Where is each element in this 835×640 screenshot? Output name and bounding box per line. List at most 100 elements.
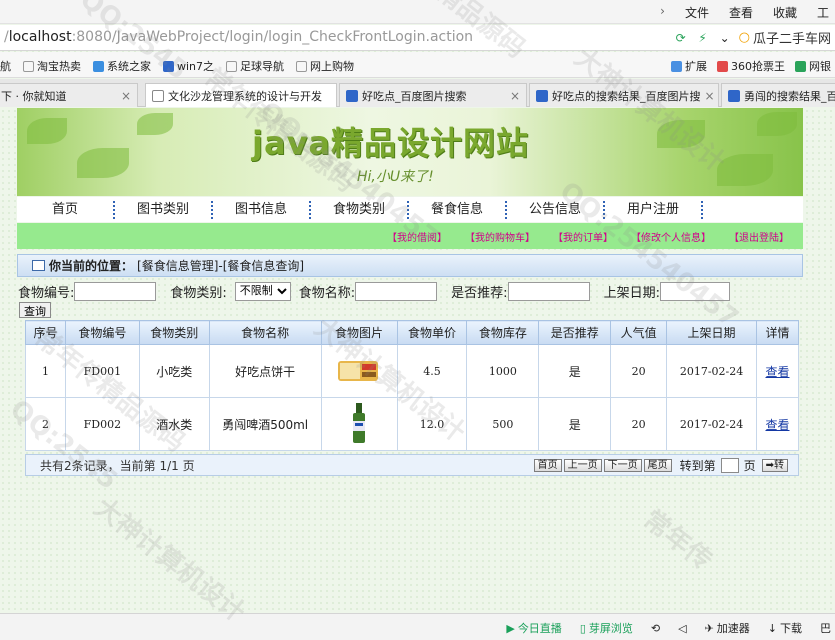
menu-tools[interactable]: 工 (817, 4, 829, 21)
next-page-button[interactable]: 下一页 (603, 458, 642, 472)
link-my-orders[interactable]: 【我的订单】 (553, 229, 613, 244)
record-info: 共有2条记录，当前第 1/1 页 (40, 458, 195, 473)
link-edit-profile[interactable]: 【修改个人信息】 (631, 229, 711, 244)
paw-icon (163, 60, 174, 72)
fav-item[interactable]: 淘宝热卖 (23, 58, 81, 74)
date-label: 上架日期: (603, 285, 660, 301)
tab[interactable]: 下 · 你就知道 × (0, 83, 138, 107)
ticket-button[interactable]: 360抢票王 (717, 58, 785, 74)
nav-book-category[interactable]: 图书类别 (115, 200, 213, 219)
leaf-decoration (657, 120, 705, 148)
bank-button[interactable]: 网银 (795, 58, 831, 74)
view-detail-link[interactable]: 查看 (765, 365, 789, 379)
cell-recommend: 是 (538, 344, 612, 398)
menu-favorites[interactable]: 收藏 (773, 4, 797, 21)
beer-bottle-image (346, 401, 372, 448)
history-icon[interactable]: ⟲ (651, 620, 660, 636)
nav-food-category[interactable]: 食物类别 (311, 200, 409, 219)
search-box[interactable]: ○ 瓜子二手车网 (739, 28, 831, 47)
link-logout[interactable]: 【退出登陆】 (729, 229, 789, 244)
fav-item[interactable]: win7之 (163, 58, 214, 74)
cell-stock: 1000 (466, 344, 540, 398)
link-my-cart[interactable]: 【我的购物车】 (465, 229, 535, 244)
play-icon: ▶ (506, 621, 515, 635)
food-type-select[interactable]: 不限制 (234, 281, 291, 301)
more-button[interactable]: 巴 (820, 620, 831, 636)
speaker-icon[interactable]: ◁ (678, 620, 686, 636)
download-button[interactable]: ↓ 下载 (768, 620, 802, 636)
col-code: 食物编号 (64, 320, 140, 345)
go-button[interactable]: ➡转 (761, 458, 788, 472)
lightning-icon[interactable]: ⚡ (695, 30, 711, 46)
fav-item[interactable]: 航 (0, 58, 11, 74)
user-links-bar: 【我的借阅】 【我的购物车】 【我的订单】 【修改个人信息】 【退出登陆】 (17, 223, 803, 249)
date-input[interactable] (659, 281, 730, 301)
address-bar: /localhost:8080/JavaWebProject/login/log… (0, 25, 835, 51)
page-number-input[interactable] (720, 457, 739, 473)
fav-item[interactable]: 网上购物 (296, 58, 354, 74)
browser-status-bar: ▶ 今日直播 ▯ 芽屏浏览 ⟲ ◁ ✈ 加速器 ↓ 下载 巴 (0, 613, 835, 640)
close-icon[interactable]: × (705, 89, 715, 103)
search-engine-icon: ○ (738, 30, 750, 45)
nav-notice[interactable]: 公告信息 (507, 200, 605, 219)
breadcrumb: 你当前的位置： [餐食信息管理]-[餐食信息查询] (17, 254, 803, 277)
fav-item[interactable]: 足球导航 (226, 58, 284, 74)
live-button[interactable]: ▶ 今日直播 (506, 620, 561, 636)
prev-page-button[interactable]: 上一页 (563, 458, 602, 472)
last-page-button[interactable]: 尾页 (643, 458, 672, 472)
first-page-button[interactable]: 首页 (533, 458, 562, 472)
page-icon (152, 89, 164, 102)
page-icon (226, 60, 238, 72)
chevron-right-icon[interactable]: › (660, 4, 665, 21)
window-icon (32, 260, 45, 271)
bank-icon (795, 60, 806, 72)
cell-type: 酒水类 (138, 397, 210, 451)
view-detail-link[interactable]: 查看 (765, 418, 789, 432)
page-icon (296, 60, 308, 72)
fav-item[interactable]: 系统之家 (93, 58, 151, 74)
phone-icon: ▯ (579, 621, 586, 635)
site-banner: java精品设计网站 Hi,小U来了! (17, 108, 803, 196)
cell-price: 12.0 (396, 397, 468, 451)
search-form: 食物编号: 食物类别: 不限制 食物名称: 是否推荐: 上架日期: (18, 280, 808, 302)
page-unit-label: 页 (743, 458, 756, 473)
paw-icon (536, 89, 548, 102)
food-code-input[interactable] (74, 281, 157, 301)
nav-book-info[interactable]: 图书信息 (213, 200, 311, 219)
leaf-decoration (77, 148, 129, 178)
refresh-icon[interactable]: ⟳ (673, 30, 689, 46)
menu-view[interactable]: 查看 (729, 4, 753, 21)
extensions-button[interactable]: 扩展 (671, 58, 707, 74)
tab[interactable]: 好吃点的搜索结果_百度图片搜 × (529, 83, 719, 107)
accelerator-button[interactable]: ✈ 加速器 (705, 620, 750, 636)
chevron-down-icon[interactable]: ⌄ (717, 30, 733, 46)
tab-bar: 下 · 你就知道 × 文化沙龙管理系统的设计与开发 好吃点_百度图片搜索 × 好吃点… (0, 79, 835, 107)
query-button[interactable]: 查询 (19, 302, 51, 318)
name-label: 食物名称: (298, 285, 356, 301)
tab[interactable]: 勇闯的搜索结果_百度图片 (721, 83, 835, 107)
tab-active[interactable]: 文化沙龙管理系统的设计与开发 (145, 83, 337, 107)
screen-browse-button[interactable]: ▯ 芽屏浏览 (580, 620, 633, 636)
close-icon[interactable]: × (121, 89, 131, 103)
close-icon[interactable]: × (510, 89, 520, 103)
watermark: 大神计算机设计 (88, 492, 251, 629)
recommend-input[interactable] (507, 281, 590, 301)
leaf-decoration (27, 118, 67, 144)
tab[interactable]: 好吃点_百度图片搜索 × (339, 83, 527, 107)
food-name-input[interactable] (355, 281, 438, 301)
pagination: 共有2条记录，当前第 1/1 页 首页 上一页 下一页 尾页 转到第 页 ➡转 (25, 454, 799, 476)
table-header: 序号 食物编号 食物类别 食物名称 食物图片 食物单价 食物库存 是否推荐 人气… (25, 320, 800, 345)
menu-file[interactable]: 文件 (685, 4, 709, 21)
nav-register[interactable]: 用户注册 (605, 200, 703, 219)
col-stock: 食物库存 (466, 320, 540, 345)
type-label: 食物类别: (170, 285, 227, 301)
nav-home[interactable]: 首页 (17, 200, 115, 219)
cell-date: 2017-02-24 (666, 344, 757, 398)
url-field[interactable]: /localhost:8080/JavaWebProject/login/log… (4, 29, 473, 45)
cell-detail: 查看 (755, 397, 800, 451)
rocket-icon: ✈ (704, 621, 714, 635)
link-my-borrow[interactable]: 【我的借阅】 (387, 229, 447, 244)
col-type: 食物类别 (138, 320, 210, 345)
breadcrumb-path: [餐食信息管理]-[餐食信息查询] (137, 259, 305, 273)
nav-meal-info[interactable]: 餐食信息 (409, 200, 507, 219)
